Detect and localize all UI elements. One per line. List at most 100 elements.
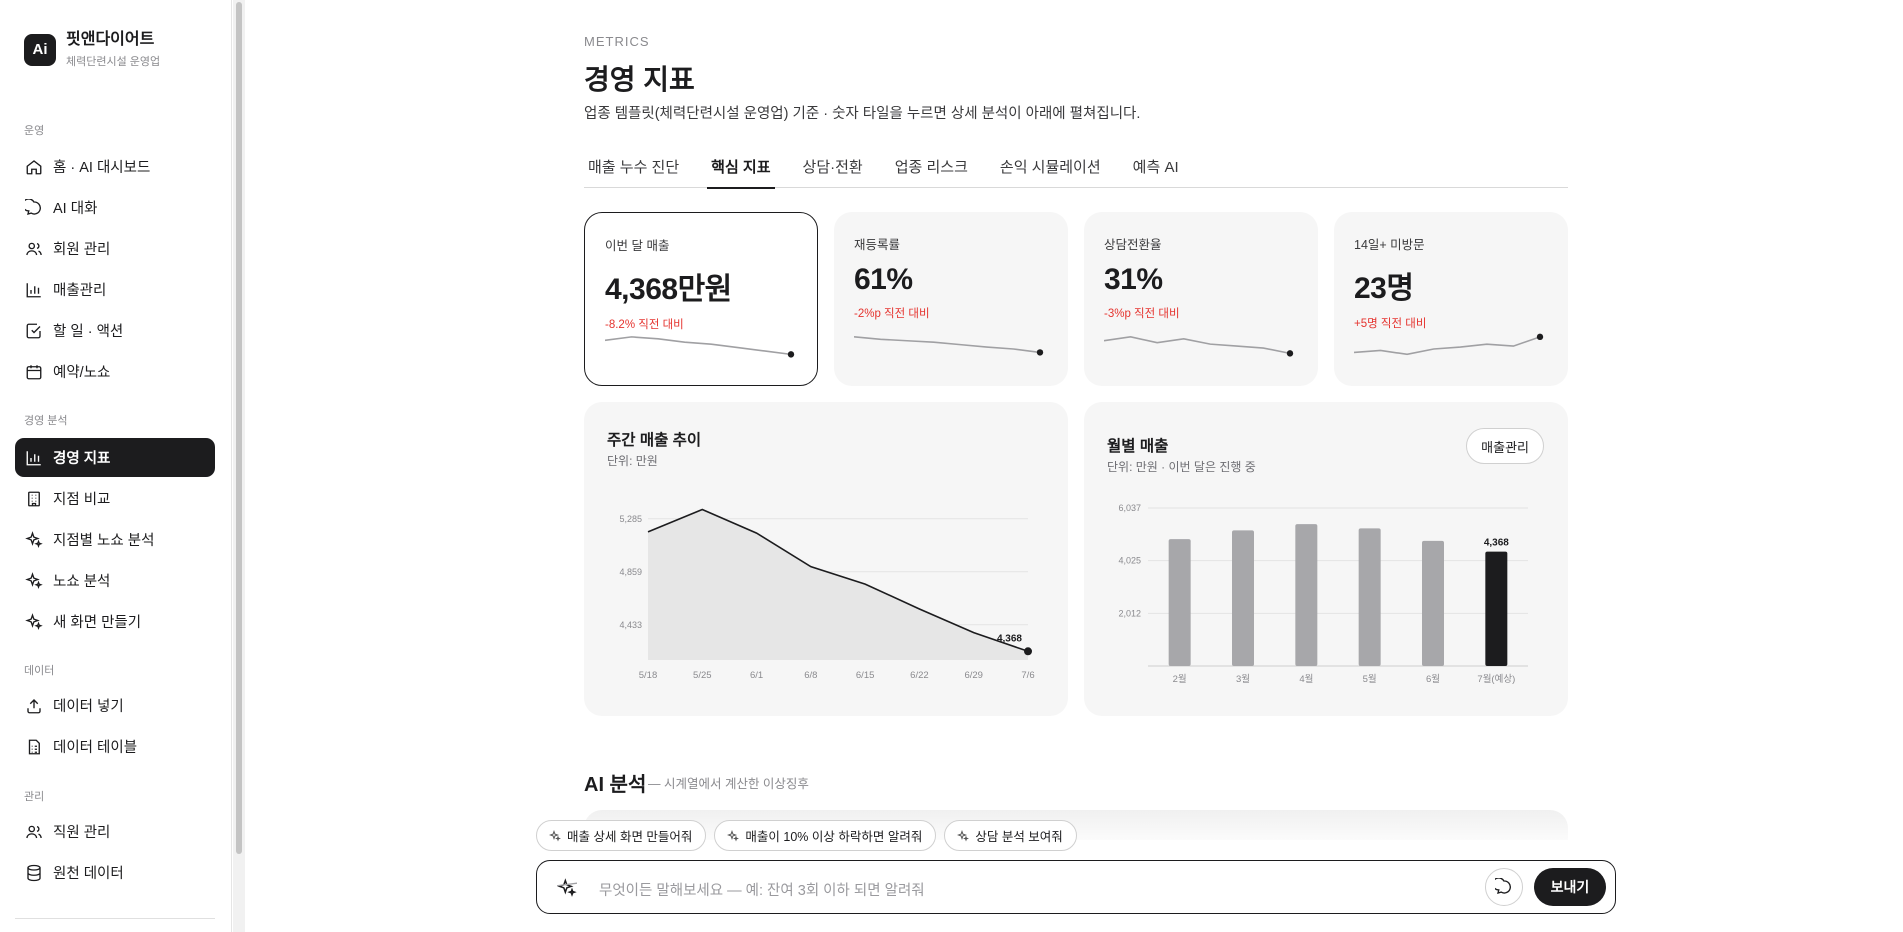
tab-pl-simulation[interactable]: 손익 시뮬레이션: [996, 148, 1105, 188]
x-tick-label: 6/8: [804, 670, 817, 681]
page-eyebrow: METRICS: [584, 34, 650, 49]
sidebar-item-label: 지점 비교: [53, 492, 111, 508]
sidebar-item-label: 매출관리: [53, 283, 107, 299]
data-point: [1024, 647, 1032, 656]
bar: [1232, 530, 1254, 666]
sidebar-item-label: 데이터 테이블: [53, 740, 138, 756]
sparkline-path: [605, 336, 792, 356]
sidebar-item-revenue[interactable]: 매출관리: [15, 270, 215, 309]
send-button[interactable]: 보내기: [1534, 868, 1606, 906]
tab-consult-conversion[interactable]: 상담·전환: [799, 148, 867, 188]
ai-analysis-title: AI 분석: [584, 774, 647, 796]
sidebar-item-new-screen[interactable]: 새 화면 만들기: [15, 602, 215, 641]
sidebar-item-label: 직원 관리: [53, 825, 111, 841]
x-tick-label: 6/29: [964, 670, 983, 681]
chip-label: 매출이 10% 이상 하락하면 알려줘: [745, 830, 923, 844]
chat-icon: [1495, 878, 1511, 894]
x-tick-label: 6/15: [856, 670, 875, 681]
home-icon: [26, 159, 42, 174]
page-title: 경영 지표: [584, 64, 695, 95]
chart-subtitle: 단위: 만원: [607, 454, 658, 468]
x-tick-label: 6월: [1426, 673, 1440, 685]
building-icon: [28, 491, 40, 506]
y-tick-label: 6,037: [1118, 503, 1141, 513]
suggestion-chip[interactable]: 상담 분석 보여줘: [944, 820, 1077, 851]
calendar-icon: [26, 364, 42, 379]
sidebar-item-source-data[interactable]: 원천 데이터: [15, 853, 215, 892]
tile-value: 31%: [1104, 263, 1163, 296]
sparkline-path: [854, 336, 1041, 354]
bar-chart-icon: [26, 450, 41, 465]
x-tick-label: 2월: [1173, 673, 1187, 685]
y-tick-label: 5,285: [619, 514, 642, 524]
tile-label: 상담전환율: [1104, 238, 1162, 252]
sidebar-item-label: 노쇼 분석: [53, 574, 111, 590]
scrollbar-thumb[interactable]: [236, 2, 242, 854]
tab-forecast-ai[interactable]: 예측 AI: [1129, 148, 1183, 188]
tab-industry-risk[interactable]: 업종 리스크: [891, 148, 972, 188]
tile-value: 4,368만원: [605, 273, 732, 306]
sparkle-icon: [557, 878, 577, 897]
chart-subtitle: 단위: 만원 · 이번 달은 진행 중: [1107, 460, 1256, 474]
sidebar-item-staff[interactable]: 직원 관리: [15, 812, 215, 851]
sidebar-scrollbar[interactable]: [233, 0, 245, 932]
metric-tile-inactive-members[interactable]: 14일+ 미방문 23명 +5명 직전 대비: [1334, 212, 1568, 386]
sidebar-item-branch-compare[interactable]: 지점 비교: [15, 479, 215, 518]
page-description: 업종 템플릿(체력단련시설 운영업) 기준 · 숫자 타일을 누르면 상세 분석…: [584, 106, 1141, 122]
sidebar-item-data-table[interactable]: 데이터 테이블: [15, 727, 215, 766]
sparkline-end-dot: [1286, 350, 1294, 357]
sidebar-item-data-import[interactable]: 데이터 넣기: [15, 686, 215, 725]
tile-label: 14일+ 미방문: [1354, 238, 1425, 252]
data-label: 4,368: [1484, 538, 1509, 549]
tile-value: 23명: [1354, 272, 1414, 305]
sparkline-end-dot: [1536, 333, 1544, 341]
sidebar-item-label: 지점별 노쇼 분석: [53, 533, 155, 549]
x-tick-label: 5월: [1363, 673, 1377, 685]
metric-tile-revenue[interactable]: 이번 달 매출 4,368만원 -8.2% 직전 대비: [584, 212, 818, 386]
brand-name: 핏앤다이어트: [66, 31, 155, 48]
brand[interactable]: Ai 핏앤다이어트 체력단련시설 운영업: [24, 30, 160, 69]
sidebar-item-booking[interactable]: 예약/노쇼: [15, 352, 215, 391]
revenue-management-button[interactable]: 매출관리: [1466, 428, 1544, 464]
sparkle-icon: [957, 829, 970, 841]
sidebar-item-label: 경영 지표: [53, 451, 111, 467]
chat-mode-button[interactable]: [1485, 868, 1523, 906]
tile-value: 61%: [854, 263, 913, 296]
tab-leak-diagnosis[interactable]: 매출 누수 진단: [584, 148, 683, 188]
section-label-admin: 관리: [24, 791, 45, 803]
sidebar-item-label: 원천 데이터: [53, 866, 124, 882]
sparkline: [1104, 336, 1294, 357]
x-tick-label: 4월: [1299, 673, 1313, 685]
sidebar-item-todo[interactable]: 할 일 · 액션: [15, 311, 215, 350]
monthly-revenue-panel: 6,037 4,025 2,012 2월 3월 4월 5월 6월 7월(예상) 4,368 월별 …: [1084, 402, 1568, 716]
chip-label: 상담 분석 보여줘: [975, 830, 1063, 844]
y-tick-label: 4,025: [1118, 556, 1141, 566]
sidebar-item-label: 데이터 넣기: [53, 699, 124, 715]
tab-key-metrics[interactable]: 핵심 지표: [707, 148, 775, 189]
sidebar-item-label: 예약/노쇼: [53, 365, 111, 381]
sidebar-item-branch-noshow[interactable]: 지점별 노쇼 분석: [15, 520, 215, 559]
x-tick-label: 6/1: [750, 670, 763, 681]
ai-analysis-subtitle: — 시계열에서 계산한 이상징후: [648, 777, 809, 791]
x-tick-label: 5/25: [693, 670, 712, 681]
weekly-revenue-panel: 5,285 4,859 4,433 5/18 5/25 6/1 6/8 6/15 6/22 6/2…: [584, 402, 1068, 716]
suggestion-chips: 매출 상세 화면 만들어줘 매출이 10% 이상 하락하면 알려줘 상담 분석 …: [536, 820, 1085, 851]
message-input[interactable]: 무엇이든 말해보세요 — 예: 잔여 3회 이하 되면 알려줘: [599, 879, 925, 900]
suggestion-chip[interactable]: 매출이 10% 이상 하락하면 알려줘: [714, 820, 937, 851]
sidebar-item-metrics[interactable]: 경영 지표: [15, 438, 215, 477]
chat-composer: 무엇이든 말해보세요 — 예: 잔여 3회 이하 되면 알려줘 보내기: [536, 860, 1616, 914]
metric-tile-consult-conversion[interactable]: 상담전환율 31% -3%p 직전 대비: [1084, 212, 1318, 386]
sparkline: [854, 336, 1044, 356]
sidebar-item-label: 할 일 · 액션: [53, 324, 124, 340]
sidebar-item-home[interactable]: 홈 · AI 대시보드: [15, 147, 215, 186]
suggestion-chip[interactable]: 매출 상세 화면 만들어줘: [536, 820, 707, 851]
sidebar-item-members[interactable]: 회원 관리: [15, 229, 215, 268]
users-icon: [26, 242, 42, 255]
sidebar-item-noshow[interactable]: 노쇼 분석: [15, 561, 215, 600]
sidebar-item-ai-chat[interactable]: AI 대화: [15, 188, 215, 227]
x-tick-label: 7월(예상): [1477, 673, 1515, 685]
app-logo: Ai: [24, 33, 56, 66]
upload-icon: [27, 698, 41, 713]
metric-tile-reregistration[interactable]: 재등록률 61% -2%p 직전 대비: [834, 212, 1068, 386]
sidebar-item-label: 새 화면 만들기: [53, 615, 142, 631]
